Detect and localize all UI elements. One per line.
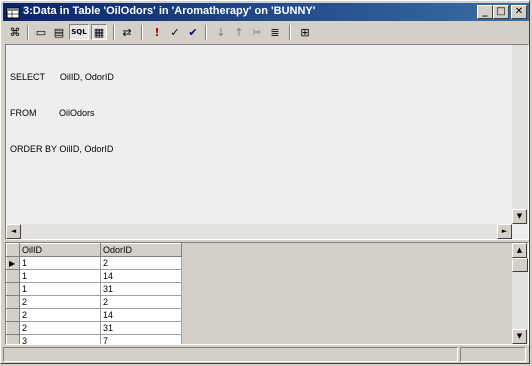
table-row[interactable]: 2 31 (6, 321, 182, 335)
sql-horizontal-scrollbar[interactable]: ◄ ► (6, 224, 512, 239)
title-bar[interactable]: 3:Data in Table 'OilOdors' in 'Aromather… (3, 3, 529, 21)
sort-ascending-icon: ↓ (216, 25, 226, 39)
status-panel-secondary (460, 347, 526, 362)
row-selector[interactable] (6, 282, 20, 296)
toolbar-separator (289, 25, 291, 40)
query-window: 3:Data in Table 'OilOdors' in 'Aromather… (0, 0, 530, 364)
table-row[interactable]: ▶ 1 2 (6, 256, 182, 270)
table-row[interactable]: 2 14 (6, 308, 182, 322)
diagram-pane-button[interactable]: ▭ (33, 24, 49, 40)
table-row[interactable]: 37 (6, 334, 182, 344)
sql-line: SELECT OilID, OdorID (10, 72, 114, 82)
column-header-odorid[interactable]: OdorID (100, 243, 182, 257)
grid-cell[interactable]: 14 (100, 308, 182, 322)
row-selector[interactable] (6, 269, 20, 283)
status-bar (3, 346, 529, 363)
row-pointer-icon: ▶ (9, 259, 16, 268)
properties-icon: ⌘ (9, 25, 21, 39)
current-row-icon[interactable]: ▶ (6, 256, 20, 270)
results-grid[interactable]: OilID OdorID ▶12 114 131 22 214 231 37 3… (6, 243, 182, 344)
remove-filter-icon: ✂ (252, 25, 262, 39)
verify-sql-button[interactable]: ✓ (167, 24, 183, 40)
row-selector[interactable] (6, 308, 20, 322)
grid-pane-icon: ▤ (53, 25, 65, 39)
row-selector[interactable] (6, 334, 20, 344)
grid-cell[interactable]: 31 (100, 282, 182, 296)
results-pane-button[interactable]: ▦ (91, 24, 107, 40)
table-row[interactable]: 1 14 (6, 269, 182, 283)
grid-cell[interactable]: 3 (19, 334, 101, 344)
close-button[interactable]: ✕ (511, 5, 527, 19)
grid-cell[interactable]: 2 (19, 308, 101, 322)
toolbar-separator (141, 25, 143, 40)
sql-pane-icon: SQL (71, 28, 87, 36)
sql-editor[interactable]: SELECT OilID, OdorID FROM OilOdors ORDER… (10, 47, 114, 179)
properties-button[interactable]: ⌘ (7, 24, 23, 40)
sql-pane[interactable]: SELECT OilID, OdorID FROM OilOdors ORDER… (5, 44, 529, 240)
scroll-thumb[interactable] (512, 258, 528, 272)
use-group-by-button[interactable]: ≣ (267, 24, 283, 40)
verify-sql-icon: ✓ (170, 25, 180, 39)
sort-descending-button[interactable]: ↑ (231, 24, 247, 40)
add-table-button[interactable]: ⊞ (297, 24, 313, 40)
grid-cell[interactable]: 2 (19, 321, 101, 335)
check-syntax-icon: ✔ (188, 25, 198, 39)
scroll-right-icon[interactable]: ► (497, 224, 512, 239)
table-row[interactable]: 1 31 (6, 282, 182, 296)
row-selector[interactable] (6, 295, 20, 309)
scroll-up-icon[interactable]: ▲ (512, 243, 527, 258)
grid-cell[interactable]: 1 (19, 256, 101, 270)
toolbar: ⌘ ▭ ▤ SQL ▦ ⇄ ! ✓ ✔ ↓ ↑ ✂ ≣ ⊞ (3, 23, 529, 43)
query-window-icon[interactable] (6, 5, 20, 19)
scroll-down-icon[interactable]: ▼ (512, 329, 527, 344)
window-title: 3:Data in Table 'OilOdors' in 'Aromather… (23, 5, 316, 17)
toolbar-separator (113, 25, 115, 40)
column-header-oilid[interactable]: OilID (19, 243, 101, 257)
sql-line: ORDER BY OilID, OdorID (10, 144, 114, 154)
row-selector[interactable] (6, 321, 20, 335)
toolbar-separator (27, 25, 29, 40)
scroll-left-icon[interactable]: ◄ (6, 224, 21, 239)
sort-ascending-button[interactable]: ↓ (213, 24, 229, 40)
toolbar-separator (205, 25, 207, 40)
scroll-down-icon[interactable]: ▼ (512, 209, 527, 224)
remove-filter-button[interactable]: ✂ (249, 24, 265, 40)
diagram-pane-icon: ▭ (35, 25, 47, 39)
grid-cell[interactable]: 31 (100, 321, 182, 335)
sql-pane-button[interactable]: SQL (69, 24, 89, 40)
check-syntax-button[interactable]: ✔ (185, 24, 201, 40)
grid-cell[interactable]: 14 (100, 269, 182, 283)
grid-vertical-scrollbar[interactable]: ▲ ▼ (512, 243, 528, 344)
run-button[interactable]: ! (149, 24, 165, 40)
sql-vertical-scrollbar[interactable]: ▼ (512, 45, 528, 224)
maximize-button[interactable]: □ (493, 5, 509, 19)
grid-cell[interactable]: 7 (100, 334, 182, 344)
add-table-icon: ⊞ (300, 25, 310, 39)
change-query-type-icon: ⇄ (122, 25, 132, 39)
use-group-by-icon: ≣ (270, 25, 280, 39)
grid-corner[interactable] (6, 243, 20, 257)
run-icon: ! (154, 25, 160, 39)
grid-pane-button[interactable]: ▤ (51, 24, 67, 40)
change-query-type-button[interactable]: ⇄ (119, 24, 135, 40)
sort-descending-icon: ↑ (234, 25, 244, 39)
minimize-button[interactable]: _ (477, 5, 493, 19)
status-text (3, 347, 458, 362)
grid-cell[interactable]: 1 (19, 282, 101, 296)
grid-cell[interactable]: 1 (19, 269, 101, 283)
table-row[interactable]: 22 (6, 295, 182, 309)
grid-cell[interactable]: 2 (100, 295, 182, 309)
sql-line: FROM OilOdors (10, 108, 95, 118)
results-pane[interactable]: OilID OdorID ▶12 114 131 22 214 231 37 3… (5, 242, 529, 345)
grid-header-row: OilID OdorID (6, 243, 182, 257)
results-pane-icon: ▦ (93, 25, 105, 39)
grid-cell[interactable]: 2 (100, 256, 182, 270)
grid-cell[interactable]: 2 (19, 295, 101, 309)
